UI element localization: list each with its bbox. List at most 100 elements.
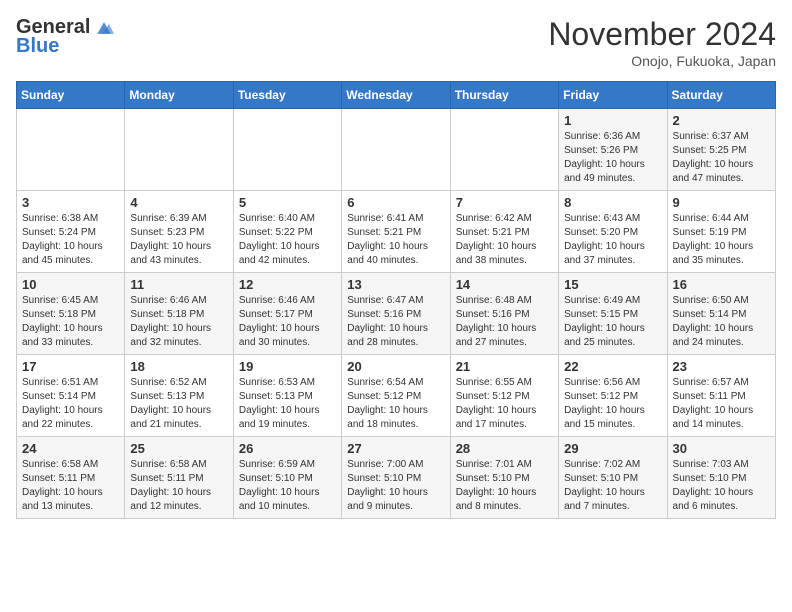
day-number: 2 (673, 113, 770, 128)
weekday-header-row: SundayMondayTuesdayWednesdayThursdayFrid… (17, 82, 776, 109)
calendar-cell: 15 Sunrise: 6:49 AMSunset: 5:15 PMDayligh… (559, 273, 667, 355)
calendar-cell: 8Sunrise: 6:43 AMSunset: 5:20 PMDaylight… (559, 191, 667, 273)
calendar-cell: 29 Sunrise: 7:02 AMSunset: 5:10 PMDayligh… (559, 437, 667, 519)
location-text: Onojo, Fukuoka, Japan (548, 53, 776, 69)
calendar-cell: 6 Sunrise: 6:41 AMSunset: 5:21 PMDaylight… (342, 191, 450, 273)
calendar-cell: 23 Sunrise: 6:57 AMSunset: 5:11 PMDayligh… (667, 355, 775, 437)
day-number: 18 (130, 359, 227, 374)
calendar-cell: 21 Sunrise: 6:55 AMSunset: 5:12 PMDayligh… (450, 355, 558, 437)
day-info: Sunrise: 6:44 AMSunset: 5:19 PMDaylight:… (673, 212, 770, 268)
day-number: 7 (456, 195, 553, 210)
day-info: Sunrise: 6:53 AMSunset: 5:13 PMDaylight:… (239, 376, 336, 432)
day-info: Sunrise: 6:51 AMSunset: 5:14 PMDaylight:… (22, 376, 119, 432)
day-info: Sunrise: 6:58 AMSunset: 5:11 PMDaylight:… (22, 458, 119, 514)
day-number: 23 (673, 359, 770, 374)
day-number: 20 (347, 359, 444, 374)
day-info: Sunrise: 6:46 AMSunset: 5:18 PMDaylight:… (130, 294, 227, 350)
day-info: Sunrise: 7:00 AMSunset: 5:10 PMDaylight:… (347, 458, 444, 514)
day-number: 21 (456, 359, 553, 374)
month-title: November 2024 (548, 16, 776, 53)
day-info: Sunrise: 6:41 AMSunset: 5:21 PMDaylight:… (347, 212, 444, 268)
day-info: Sunrise: 6:42 AMSunset: 5:21 PMDaylight:… (456, 212, 553, 268)
calendar-cell: 27 Sunrise: 7:00 AMSunset: 5:10 PMDayligh… (342, 437, 450, 519)
day-info: Sunrise: 6:55 AMSunset: 5:12 PMDaylight:… (456, 376, 553, 432)
week-row-3: 10 Sunrise: 6:45 AMSunset: 5:18 PMDayligh… (17, 273, 776, 355)
calendar-cell: 19Sunrise: 6:53 AMSunset: 5:13 PMDayligh… (233, 355, 341, 437)
calendar-cell (342, 109, 450, 191)
day-number: 14 (456, 277, 553, 292)
day-number: 4 (130, 195, 227, 210)
calendar-cell (17, 109, 125, 191)
logo: General Blue (16, 16, 114, 58)
day-number: 16 (673, 277, 770, 292)
day-info: Sunrise: 6:47 AMSunset: 5:16 PMDaylight:… (347, 294, 444, 350)
day-number: 15 (564, 277, 661, 292)
day-info: Sunrise: 6:40 AMSunset: 5:22 PMDaylight:… (239, 212, 336, 268)
calendar-cell: 3 Sunrise: 6:38 AMSunset: 5:24 PMDaylight… (17, 191, 125, 273)
week-row-2: 3 Sunrise: 6:38 AMSunset: 5:24 PMDaylight… (17, 191, 776, 273)
weekday-header-friday: Friday (559, 82, 667, 109)
calendar-cell: 7 Sunrise: 6:42 AMSunset: 5:21 PMDaylight… (450, 191, 558, 273)
calendar-cell: 1 Sunrise: 6:36 AMSunset: 5:26 PMDaylight… (559, 109, 667, 191)
day-number: 17 (22, 359, 119, 374)
calendar-cell: 24 Sunrise: 6:58 AMSunset: 5:11 PMDayligh… (17, 437, 125, 519)
calendar-cell: 10 Sunrise: 6:45 AMSunset: 5:18 PMDayligh… (17, 273, 125, 355)
title-block: November 2024 Onojo, Fukuoka, Japan (548, 16, 776, 69)
day-number: 29 (564, 441, 661, 456)
day-number: 1 (564, 113, 661, 128)
day-info: Sunrise: 7:02 AMSunset: 5:10 PMDaylight:… (564, 458, 661, 514)
day-number: 22 (564, 359, 661, 374)
day-info: Sunrise: 6:36 AMSunset: 5:26 PMDaylight:… (564, 130, 661, 186)
day-number: 27 (347, 441, 444, 456)
day-number: 24 (22, 441, 119, 456)
calendar-cell: 14Sunrise: 6:48 AMSunset: 5:16 PMDayligh… (450, 273, 558, 355)
day-info: Sunrise: 6:58 AMSunset: 5:11 PMDaylight:… (130, 458, 227, 514)
day-number: 10 (22, 277, 119, 292)
day-number: 11 (130, 277, 227, 292)
calendar-cell: 16 Sunrise: 6:50 AMSunset: 5:14 PMDayligh… (667, 273, 775, 355)
day-info: Sunrise: 6:45 AMSunset: 5:18 PMDaylight:… (22, 294, 119, 350)
calendar-cell: 28 Sunrise: 7:01 AMSunset: 5:10 PMDayligh… (450, 437, 558, 519)
weekday-header-thursday: Thursday (450, 82, 558, 109)
week-row-1: 1 Sunrise: 6:36 AMSunset: 5:26 PMDaylight… (17, 109, 776, 191)
calendar-cell: 22 Sunrise: 6:56 AMSunset: 5:12 PMDayligh… (559, 355, 667, 437)
day-number: 28 (456, 441, 553, 456)
calendar-cell: 20 Sunrise: 6:54 AMSunset: 5:12 PMDayligh… (342, 355, 450, 437)
day-info: Sunrise: 6:52 AMSunset: 5:13 PMDaylight:… (130, 376, 227, 432)
day-info: Sunrise: 6:59 AMSunset: 5:10 PMDaylight:… (239, 458, 336, 514)
calendar-cell (450, 109, 558, 191)
calendar-cell (125, 109, 233, 191)
day-info: Sunrise: 7:03 AMSunset: 5:10 PMDaylight:… (673, 458, 770, 514)
day-info: Sunrise: 6:56 AMSunset: 5:12 PMDaylight:… (564, 376, 661, 432)
weekday-header-wednesday: Wednesday (342, 82, 450, 109)
weekday-header-monday: Monday (125, 82, 233, 109)
day-number: 13 (347, 277, 444, 292)
day-number: 3 (22, 195, 119, 210)
day-info: Sunrise: 6:54 AMSunset: 5:12 PMDaylight:… (347, 376, 444, 432)
calendar-cell: 13 Sunrise: 6:47 AMSunset: 5:16 PMDayligh… (342, 273, 450, 355)
day-info: Sunrise: 7:01 AMSunset: 5:10 PMDaylight:… (456, 458, 553, 514)
calendar-cell: 18 Sunrise: 6:52 AMSunset: 5:13 PMDayligh… (125, 355, 233, 437)
calendar-cell: 30 Sunrise: 7:03 AMSunset: 5:10 PMDayligh… (667, 437, 775, 519)
day-number: 26 (239, 441, 336, 456)
day-number: 6 (347, 195, 444, 210)
day-info: Sunrise: 6:39 AMSunset: 5:23 PMDaylight:… (130, 212, 227, 268)
calendar-cell: 25Sunrise: 6:58 AMSunset: 5:11 PMDayligh… (125, 437, 233, 519)
weekday-header-sunday: Sunday (17, 82, 125, 109)
week-row-4: 17 Sunrise: 6:51 AMSunset: 5:14 PMDayligh… (17, 355, 776, 437)
week-row-5: 24 Sunrise: 6:58 AMSunset: 5:11 PMDayligh… (17, 437, 776, 519)
day-info: Sunrise: 6:38 AMSunset: 5:24 PMDaylight:… (22, 212, 119, 268)
day-info: Sunrise: 6:49 AMSunset: 5:15 PMDaylight:… (564, 294, 661, 350)
calendar-cell: 26 Sunrise: 6:59 AMSunset: 5:10 PMDayligh… (233, 437, 341, 519)
day-info: Sunrise: 6:43 AMSunset: 5:20 PMDaylight:… (564, 212, 661, 268)
day-info: Sunrise: 6:57 AMSunset: 5:11 PMDaylight:… (673, 376, 770, 432)
calendar-cell (233, 109, 341, 191)
calendar-cell: 2 Sunrise: 6:37 AMSunset: 5:25 PMDaylight… (667, 109, 775, 191)
day-number: 30 (673, 441, 770, 456)
day-info: Sunrise: 6:50 AMSunset: 5:14 PMDaylight:… (673, 294, 770, 350)
day-number: 9 (673, 195, 770, 210)
day-number: 5 (239, 195, 336, 210)
logo-blue-text: Blue (16, 35, 59, 58)
weekday-header-tuesday: Tuesday (233, 82, 341, 109)
day-info: Sunrise: 6:37 AMSunset: 5:25 PMDaylight:… (673, 130, 770, 186)
